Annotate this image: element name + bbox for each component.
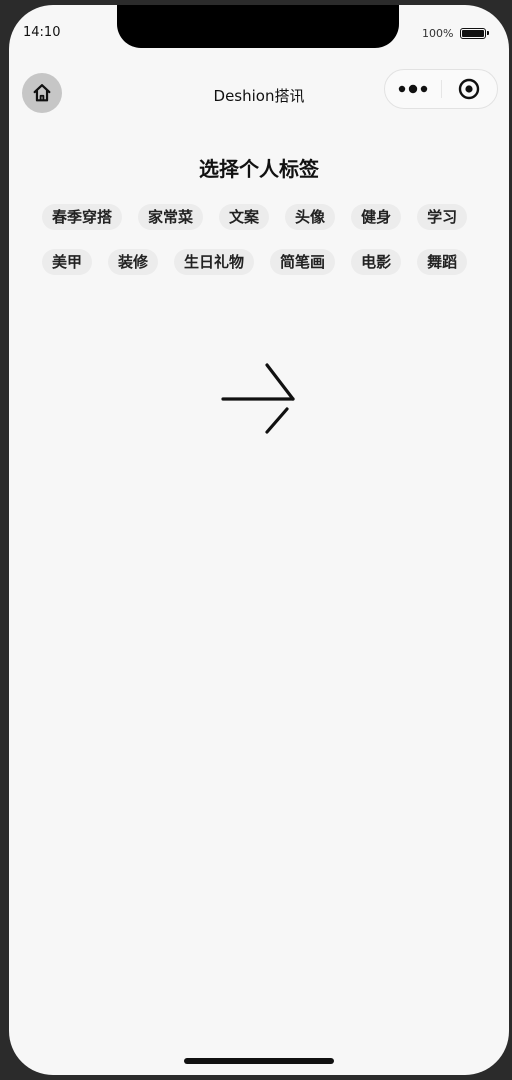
battery-icon bbox=[460, 28, 490, 39]
tag-chip[interactable]: 生日礼物 bbox=[174, 249, 255, 275]
tag-chip[interactable]: 简笔画 bbox=[270, 249, 336, 275]
tag-chip[interactable]: 装修 bbox=[108, 249, 159, 275]
nav-title: Deshion搭讯 bbox=[213, 87, 305, 105]
home-button[interactable] bbox=[22, 73, 62, 113]
tag-chip[interactable]: 头像 bbox=[285, 204, 336, 230]
tag-chip[interactable]: 家常菜 bbox=[138, 204, 204, 230]
battery-percent: 100% bbox=[422, 27, 454, 40]
tag-chip[interactable]: 学习 bbox=[417, 204, 468, 230]
device-notch bbox=[117, 5, 399, 48]
battery-cap bbox=[487, 31, 490, 35]
home-icon bbox=[33, 84, 51, 102]
mini-program-capsule bbox=[384, 69, 498, 109]
target-circle-icon bbox=[459, 78, 480, 100]
tag-chip[interactable]: 舞蹈 bbox=[417, 249, 468, 275]
arrow-right-icon[interactable] bbox=[221, 357, 297, 437]
home-indicator[interactable] bbox=[184, 1058, 334, 1064]
more-dots-icon bbox=[398, 84, 427, 94]
tag-chip[interactable]: 文案 bbox=[219, 204, 270, 230]
more-button[interactable] bbox=[385, 70, 441, 108]
page-heading: 选择个人标签 bbox=[199, 157, 319, 181]
phone-screen: 14:10 100% Deshion搭讯 选择个人标签 春季穿搭 家常菜 文案 … bbox=[9, 5, 509, 1075]
battery-fill bbox=[462, 30, 485, 37]
close-button[interactable] bbox=[442, 70, 498, 108]
status-time: 14:10 bbox=[23, 25, 61, 40]
status-right: 100% bbox=[422, 27, 490, 40]
tag-chip[interactable]: 电影 bbox=[351, 249, 402, 275]
tag-list: 春季穿搭 家常菜 文案 头像 健身 学习美甲 装修 生日礼物 简笔画 电影 舞蹈 bbox=[42, 204, 482, 275]
tag-chip[interactable]: 美甲 bbox=[42, 249, 93, 275]
tag-chip[interactable]: 春季穿搭 bbox=[42, 204, 123, 230]
tag-chip[interactable]: 健身 bbox=[351, 204, 402, 230]
